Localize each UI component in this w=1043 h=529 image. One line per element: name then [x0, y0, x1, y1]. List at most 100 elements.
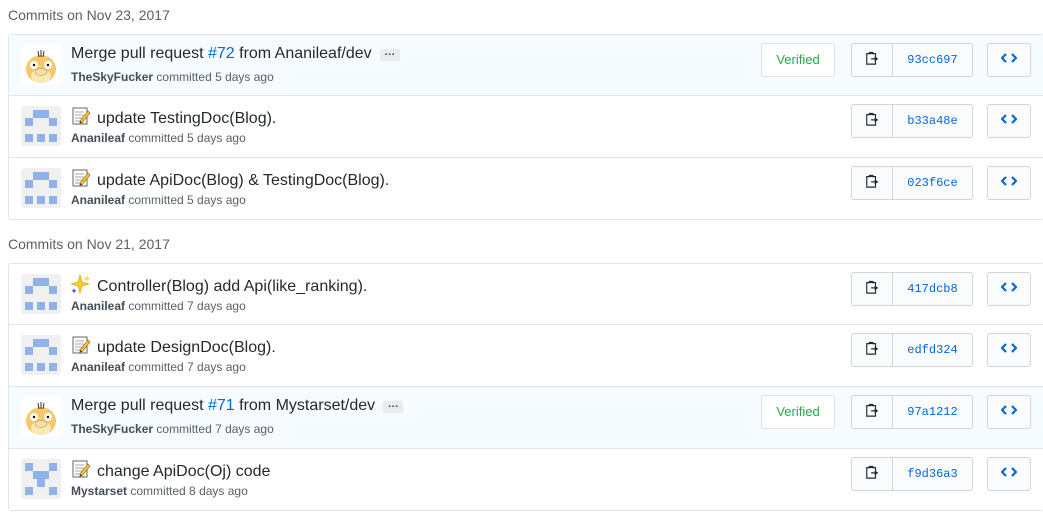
clipboard-icon — [865, 173, 879, 194]
sha-button-group: edfd324 — [851, 333, 973, 367]
commit-sha-link[interactable]: edfd324 — [893, 333, 973, 367]
commit-message-link[interactable]: Merge pull request — [71, 45, 208, 62]
commit-meta: TheSkyFucker committed 7 days ago — [71, 422, 274, 436]
code-icon — [1000, 403, 1018, 421]
browse-repository-button[interactable] — [987, 395, 1031, 429]
commit-sha-link[interactable]: 417dcb8 — [893, 272, 973, 306]
commit-sha-link[interactable]: 97a1212 — [893, 395, 973, 429]
copy-sha-button[interactable] — [851, 457, 893, 491]
clipboard-icon — [865, 111, 879, 132]
author-avatar[interactable] — [21, 459, 61, 499]
commit-time: committed 7 days ago — [128, 360, 246, 374]
commit-time: committed 5 days ago — [128, 131, 246, 145]
sha-button-group: f9d36a3 — [851, 457, 973, 491]
commit-sha-link[interactable]: f9d36a3 — [893, 457, 973, 491]
commit-row: Merge pull request #72 from Ananileaf/de… — [9, 35, 1043, 95]
commit-meta: TheSkyFucker committed 5 days ago — [71, 70, 274, 84]
author-avatar[interactable] — [21, 106, 61, 146]
commit-message-link[interactable]: change ApiDoc(Oj) code — [97, 463, 270, 480]
clipboard-icon — [865, 464, 879, 485]
commit-title: Controller(Blog) add Api(like_ranking). — [69, 273, 367, 296]
code-icon — [1000, 341, 1018, 359]
author-avatar[interactable] — [21, 397, 61, 437]
browse-repository-button[interactable] — [987, 333, 1031, 367]
sparkles-emoji-icon — [69, 273, 91, 295]
commit-author-link[interactable]: Ananileaf — [71, 360, 125, 374]
commit-author-link[interactable]: Ananileaf — [71, 299, 125, 313]
commit-title: update DesignDoc(Blog). — [71, 335, 276, 357]
commit-message-link[interactable]: Merge pull request — [71, 397, 208, 414]
commit-meta: Ananileaf committed 7 days ago — [71, 360, 246, 374]
browse-repository-button[interactable] — [987, 43, 1031, 77]
commit-meta: Ananileaf committed 5 days ago — [71, 131, 246, 145]
code-icon — [1000, 112, 1018, 130]
author-avatar[interactable] — [21, 168, 61, 208]
commit-message-link[interactable]: update ApiDoc(Blog) & TestingDoc(Blog). — [97, 172, 389, 189]
memo-emoji-icon — [71, 459, 91, 479]
copy-sha-button[interactable] — [851, 104, 893, 138]
commit-title: change ApiDoc(Oj) code — [71, 459, 270, 481]
sha-button-group: b33a48e — [851, 104, 973, 138]
copy-sha-button[interactable] — [851, 272, 893, 306]
code-icon — [1000, 465, 1018, 483]
author-avatar[interactable] — [21, 274, 61, 314]
clipboard-icon — [865, 402, 879, 423]
memo-emoji-icon — [71, 106, 91, 126]
clipboard-icon — [865, 279, 879, 300]
copy-sha-button[interactable] — [851, 395, 893, 429]
code-icon — [1000, 280, 1018, 298]
sha-button-group: 93cc697 — [851, 43, 973, 77]
commit-sha-link[interactable]: 023f6ce — [893, 166, 973, 200]
commit-title: update ApiDoc(Blog) & TestingDoc(Blog). — [71, 168, 389, 190]
commit-row: update TestingDoc(Blog). Ananileaf commit… — [9, 95, 1043, 157]
commit-row: Merge pull request #71 from Mystarset/de… — [9, 386, 1043, 448]
commit-message-link-suffix[interactable]: from Mystarset/dev — [235, 397, 375, 414]
commit-time: committed 5 days ago — [156, 70, 274, 84]
browse-repository-button[interactable] — [987, 104, 1031, 138]
commit-group-header: Commits on Nov 21, 2017 — [8, 236, 170, 252]
commit-author-link[interactable]: Ananileaf — [71, 193, 125, 207]
author-avatar[interactable] — [21, 45, 61, 85]
commit-meta: Ananileaf committed 7 days ago — [71, 299, 246, 313]
sha-button-group: 023f6ce — [851, 166, 973, 200]
browse-repository-button[interactable] — [987, 166, 1031, 200]
commit-sha-link[interactable]: b33a48e — [893, 104, 973, 138]
clipboard-icon — [865, 340, 879, 361]
author-avatar[interactable] — [21, 335, 61, 375]
commit-row: update ApiDoc(Blog) & TestingDoc(Blog). A… — [9, 157, 1043, 219]
commit-title: Merge pull request #72 from Ananileaf/de… — [71, 45, 400, 63]
commit-author-link[interactable]: TheSkyFucker — [71, 422, 153, 436]
commit-sha-link[interactable]: 93cc697 — [893, 43, 973, 77]
browse-repository-button[interactable] — [987, 457, 1031, 491]
copy-sha-button[interactable] — [851, 333, 893, 367]
commit-list: Controller(Blog) add Api(like_ranking). A… — [8, 263, 1043, 511]
commit-time: committed 7 days ago — [156, 422, 274, 436]
commit-meta: Ananileaf committed 5 days ago — [71, 193, 246, 207]
verified-badge[interactable]: Verified — [761, 395, 835, 429]
commit-time: committed 8 days ago — [130, 484, 248, 498]
commit-author-link[interactable]: Mystarset — [71, 484, 127, 498]
copy-sha-button[interactable] — [851, 43, 893, 77]
commit-message-link-suffix[interactable]: from Ananileaf/dev — [235, 45, 372, 62]
commit-message-link[interactable]: update TestingDoc(Blog). — [97, 110, 276, 127]
commit-message-link[interactable]: update DesignDoc(Blog). — [97, 339, 276, 356]
commit-title: Merge pull request #71 from Mystarset/de… — [71, 397, 404, 415]
memo-emoji-icon — [71, 168, 91, 188]
commit-author-link[interactable]: TheSkyFucker — [71, 70, 153, 84]
commit-time: committed 5 days ago — [128, 193, 246, 207]
expand-message-button[interactable]: … — [383, 399, 404, 413]
browse-repository-button[interactable] — [987, 272, 1031, 306]
commit-title: update TestingDoc(Blog). — [71, 106, 276, 128]
expand-message-button[interactable]: … — [379, 47, 400, 61]
copy-sha-button[interactable] — [851, 166, 893, 200]
memo-emoji-icon — [71, 335, 91, 355]
pull-request-link[interactable]: #72 — [208, 45, 235, 62]
code-icon — [1000, 174, 1018, 192]
code-icon — [1000, 51, 1018, 69]
sha-button-group: 417dcb8 — [851, 272, 973, 306]
pull-request-link[interactable]: #71 — [208, 397, 235, 414]
verified-badge[interactable]: Verified — [761, 43, 835, 77]
clipboard-icon — [865, 50, 879, 71]
commit-message-link[interactable]: Controller(Blog) add Api(like_ranking). — [97, 278, 367, 295]
commit-author-link[interactable]: Ananileaf — [71, 131, 125, 145]
